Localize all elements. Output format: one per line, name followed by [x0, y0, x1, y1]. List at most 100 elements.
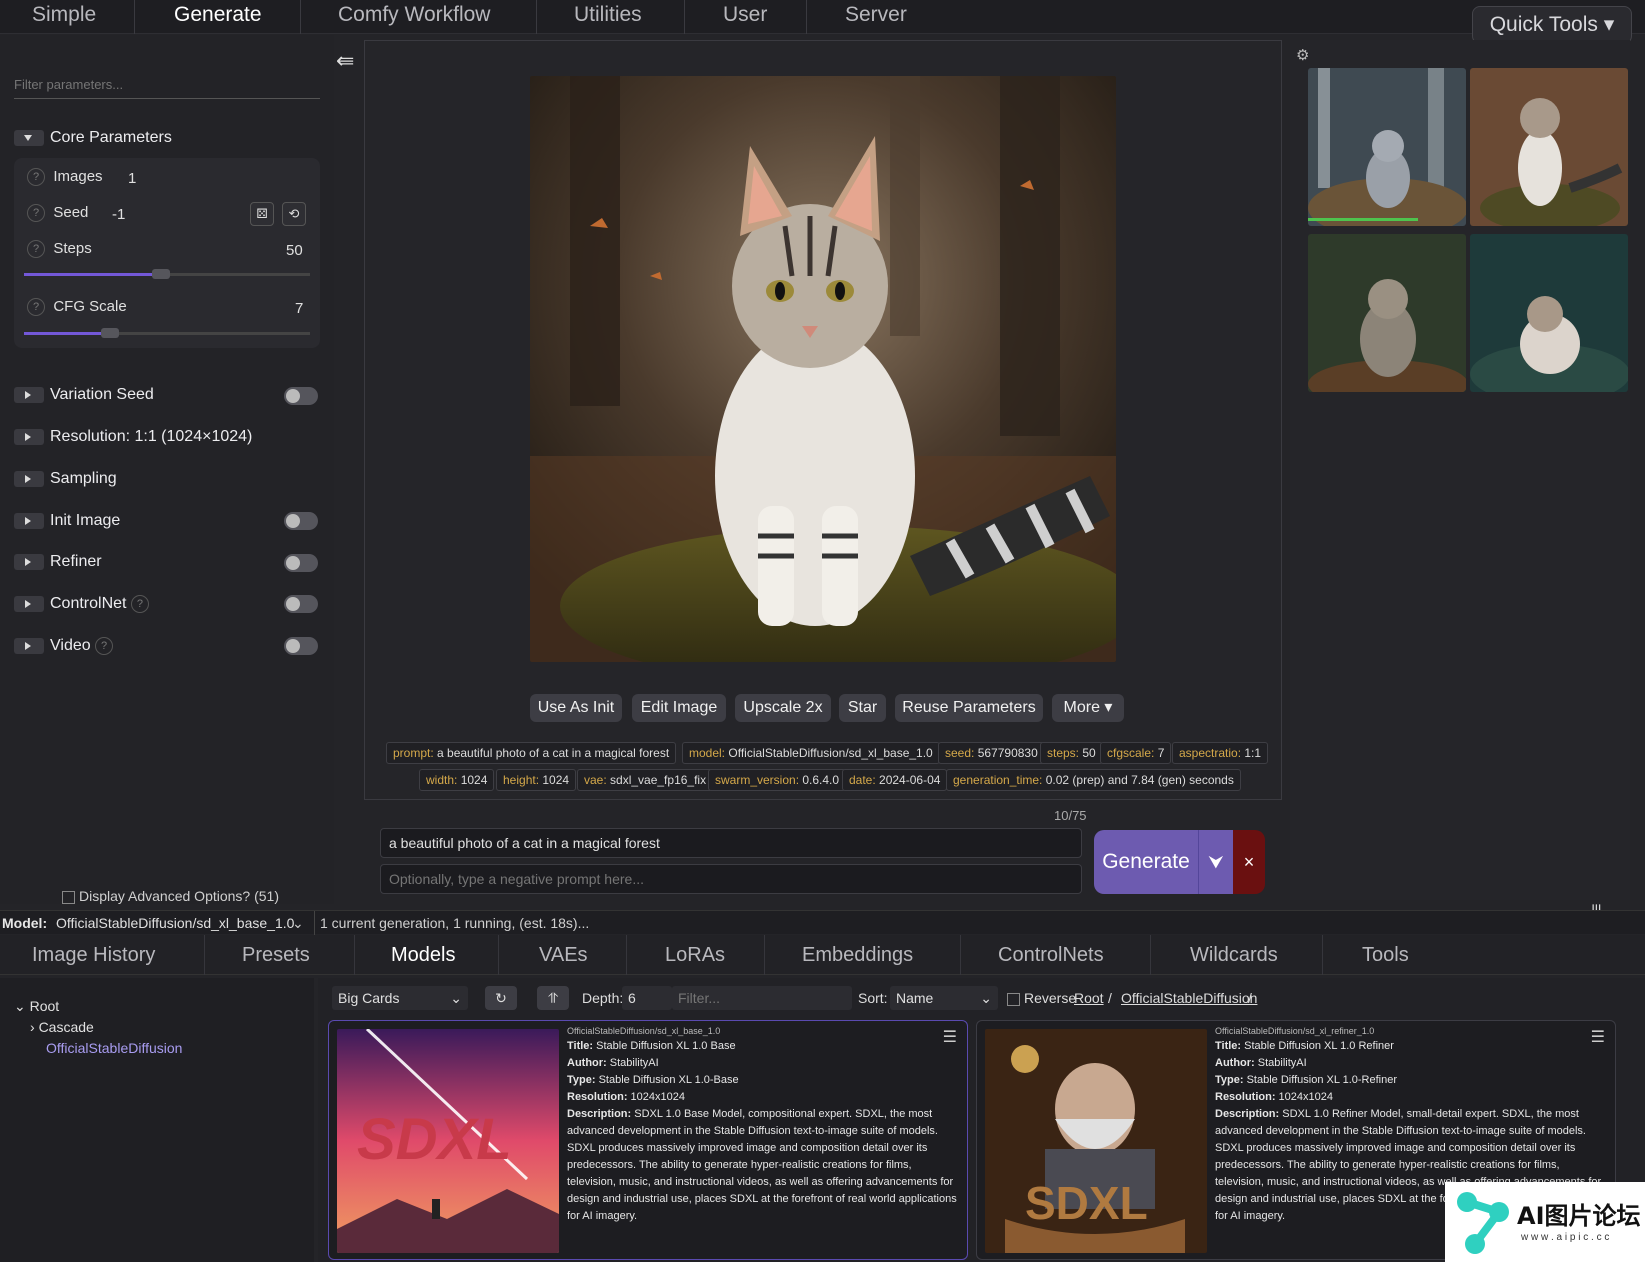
group-label: Init Image	[50, 512, 121, 529]
upscale-2x-button[interactable]: Upscale 2x	[735, 694, 831, 722]
steps-slider[interactable]	[24, 269, 310, 279]
random-seed-icon[interactable]: ⚄	[250, 202, 274, 226]
group-controlnet[interactable]: ControlNet ?	[14, 592, 149, 616]
param-tag: steps: 50	[1040, 742, 1103, 764]
tab-vaes[interactable]: VAEs	[539, 939, 588, 971]
quick-tools-button[interactable]: Quick Tools ▾	[1472, 6, 1632, 44]
sort-select[interactable]: Name ⌄	[890, 986, 998, 1010]
interrupt-button[interactable]: ×	[1233, 830, 1265, 894]
thumbnail-image	[1308, 68, 1466, 226]
tree-item-cascade[interactable]: › Cascade	[30, 1019, 94, 1035]
batch-thumbnail[interactable]	[1308, 68, 1466, 226]
tab-models[interactable]: Models	[391, 939, 455, 971]
help-icon[interactable]: ?	[27, 204, 45, 223]
reuse-parameters-button[interactable]: Reuse Parameters	[895, 694, 1043, 722]
tree-root[interactable]: ⌄ Root	[14, 998, 59, 1015]
seed-param: ? Seed	[27, 204, 88, 223]
init-image-toggle[interactable]	[284, 512, 318, 530]
generate-options-button[interactable]: ⮟	[1198, 830, 1233, 894]
collapse-panel-icon[interactable]: ⇚	[336, 48, 354, 74]
more-button[interactable]: More ▾	[1052, 694, 1124, 722]
param-tag: prompt: a beautiful photo of a cat in a …	[386, 742, 677, 764]
tab-user[interactable]: User	[711, 0, 779, 30]
tab-divider	[764, 935, 765, 975]
tab-embeddings[interactable]: Embeddings	[802, 939, 913, 971]
tab-simple[interactable]: Simple	[20, 0, 108, 30]
group-init-image[interactable]: Init Image	[14, 509, 120, 533]
edit-image-button[interactable]: Edit Image	[632, 694, 726, 722]
use-as-init-button[interactable]: Use As Init	[530, 694, 622, 722]
tab-presets[interactable]: Presets	[242, 939, 310, 971]
help-icon[interactable]: ?	[27, 168, 45, 187]
star-button[interactable]: Star	[839, 694, 886, 722]
tab-comfy-workflow[interactable]: Comfy Workflow	[326, 0, 502, 30]
generated-image[interactable]	[530, 76, 1116, 662]
advanced-options-checkbox[interactable]: Display Advanced Options? (51)	[62, 888, 279, 904]
reverse-checkbox[interactable]: Reverse	[1007, 986, 1076, 1010]
breadcrumb-root[interactable]: Root	[1074, 986, 1104, 1010]
thumbnail-image	[1308, 234, 1466, 392]
checkbox-icon[interactable]	[1007, 992, 1020, 1006]
filter-parameters-input[interactable]	[14, 71, 320, 99]
checkbox-icon[interactable]	[62, 890, 75, 904]
generate-button[interactable]: Generate	[1094, 830, 1198, 894]
seed-value[interactable]: -1	[112, 206, 125, 223]
breadcrumb-folder[interactable]: OfficialStableDiffusion	[1121, 986, 1257, 1010]
group-core-parameters[interactable]: Core Parameters	[14, 126, 172, 150]
tab-server[interactable]: Server	[833, 0, 919, 30]
gear-icon[interactable]: ⚙	[1296, 46, 1309, 64]
tab-tools[interactable]: Tools	[1362, 939, 1409, 971]
variation-seed-toggle[interactable]	[284, 387, 318, 405]
up-folder-icon[interactable]: ⥣	[537, 986, 569, 1010]
group-sampling[interactable]: Sampling	[14, 467, 117, 491]
batch-thumbnail[interactable]	[1308, 234, 1466, 392]
tree-item-official[interactable]: OfficialStableDiffusion	[46, 1040, 182, 1056]
refiner-toggle[interactable]	[284, 554, 318, 572]
group-resolution[interactable]: Resolution: 1:1 (1024×1024)	[14, 425, 252, 449]
cfg-slider[interactable]	[24, 328, 310, 338]
view-mode-select[interactable]: Big Cards ⌄	[332, 986, 468, 1010]
menu-icon[interactable]: ☰	[943, 1027, 957, 1047]
cfg-value[interactable]: 7	[295, 300, 303, 317]
help-icon[interactable]: ?	[27, 298, 45, 317]
help-icon[interactable]: ?	[95, 636, 114, 655]
tag-value: 1:1	[1241, 746, 1262, 760]
group-refiner[interactable]: Refiner	[14, 550, 102, 574]
images-param: ? Images	[27, 168, 103, 187]
model-card[interactable]: SDXL OfficialStableDiffusion/sd_xl_base_…	[328, 1020, 968, 1260]
tab-divider	[536, 0, 537, 34]
video-toggle[interactable]	[284, 637, 318, 655]
help-icon[interactable]: ?	[130, 594, 149, 613]
slider-handle[interactable]	[152, 269, 171, 279]
depth-input[interactable]: 6	[622, 986, 672, 1010]
prompt-input[interactable]: a beautiful photo of a cat in a magical …	[380, 828, 1082, 858]
images-value[interactable]: 1	[128, 170, 136, 187]
tab-wildcards[interactable]: Wildcards	[1190, 939, 1278, 971]
depth-label: Depth:	[582, 990, 624, 1006]
chevron-down-icon[interactable]: ⌄	[292, 911, 304, 935]
tag-key: prompt:	[393, 746, 434, 760]
tab-utilities[interactable]: Utilities	[562, 0, 654, 30]
tab-image-history[interactable]: Image History	[32, 939, 155, 971]
tab-controlnets[interactable]: ControlNets	[998, 939, 1104, 971]
tag-value: OfficialStableDiffusion/sd_xl_base_1.0	[725, 746, 933, 760]
batch-thumbnail[interactable]	[1470, 234, 1628, 392]
slider-handle[interactable]	[100, 328, 119, 338]
reuse-seed-icon[interactable]: ⟲	[282, 202, 306, 226]
help-icon[interactable]: ?	[27, 240, 45, 259]
steps-value[interactable]: 50	[286, 242, 303, 259]
negative-prompt-input[interactable]	[380, 864, 1082, 894]
menu-icon[interactable]: ☰	[1591, 1027, 1605, 1047]
batch-thumbnail[interactable]	[1470, 68, 1628, 226]
field-value: Stable Diffusion XL 1.0-Base	[595, 1074, 739, 1086]
tab-loras[interactable]: LoRAs	[665, 939, 725, 971]
controlnet-toggle[interactable]	[284, 595, 318, 613]
refresh-icon[interactable]: ↻	[485, 986, 517, 1010]
tag-value: 1024	[457, 773, 488, 787]
group-video[interactable]: Video ?	[14, 634, 114, 658]
tab-generate[interactable]: Generate	[162, 0, 274, 30]
model-select[interactable]: OfficialStableDiffusion/sd_xl_base_1.0	[56, 911, 294, 935]
tab-divider	[960, 935, 961, 975]
browser-filter-input[interactable]	[672, 986, 852, 1010]
group-variation-seed[interactable]: Variation Seed	[14, 383, 154, 407]
